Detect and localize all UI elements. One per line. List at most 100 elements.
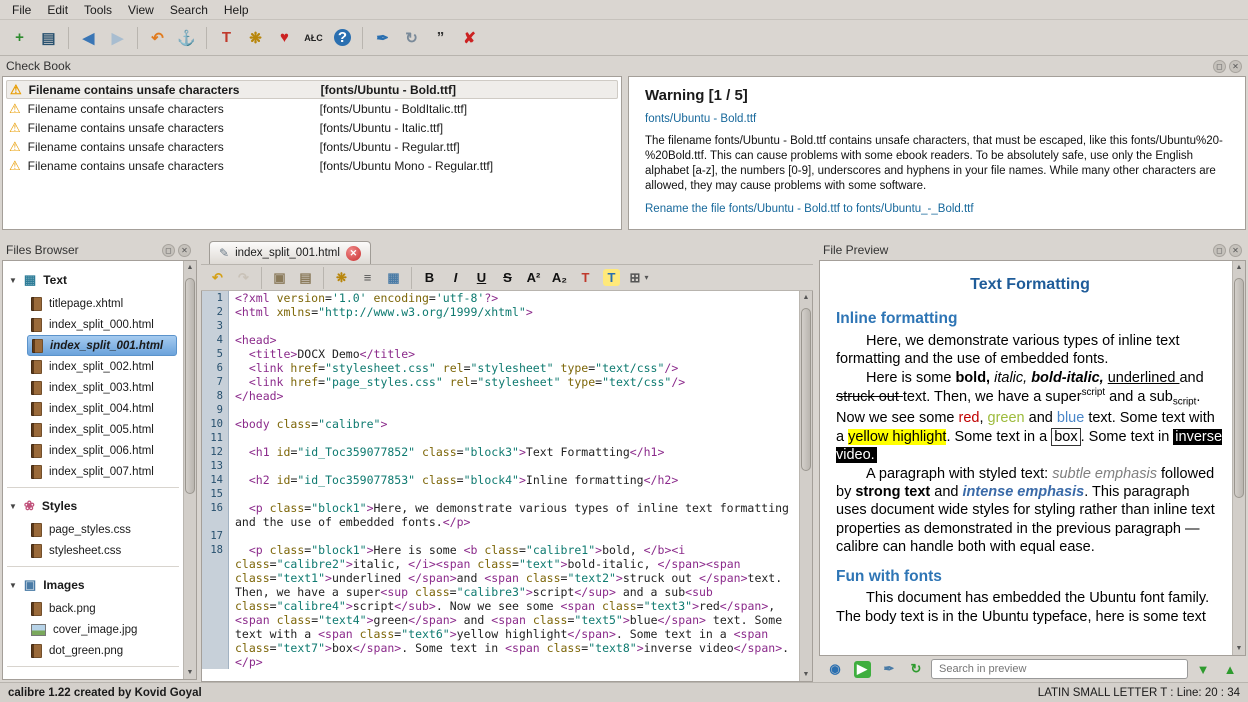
expander-icon[interactable]: ▼ [9,276,17,285]
donate-icon[interactable]: ♥ [271,24,298,51]
scroll-track[interactable] [184,274,196,666]
find-previous-icon[interactable]: ▲ [1218,658,1242,680]
code-line[interactable]: 9 [202,403,799,417]
arrange-icon[interactable]: ↻ [398,24,425,51]
file-item[interactable]: index_split_002.html [27,356,177,377]
undo-icon[interactable]: ↶ [144,24,171,51]
open-book-icon[interactable]: ▤ [35,24,62,51]
insert-table-icon[interactable]: ⊞▾ [625,266,650,289]
superscript-icon[interactable]: A² [521,266,546,289]
files-section-styles[interactable]: ▼❀Styles [3,493,183,519]
background-color-icon[interactable]: T [599,266,624,289]
code-line[interactable]: 7 <link href="page_styles.css" rel="styl… [202,375,799,389]
files-section-images[interactable]: ▼▣Images [3,572,183,598]
tab-index-split-001[interactable]: ✎ index_split_001.html ✕ [209,241,371,264]
code-line[interactable]: 14 <h2 id="id_Toc359077853" class="block… [202,473,799,487]
warning-fix-link[interactable]: Rename the file fonts/Ubuntu - Bold.ttf … [645,203,1229,215]
beautify-icon[interactable]: ✒ [877,658,901,680]
code-line[interactable]: 11 [202,431,799,445]
run-preview-icon[interactable]: ▶ [850,658,874,680]
file-item[interactable]: index_split_004.html [27,398,177,419]
paste-icon[interactable]: ▣ [267,266,292,289]
scroll-down-icon[interactable]: ▼ [1233,642,1245,655]
code-line[interactable]: 2<html xmlns="http://www.w3.org/1999/xht… [202,305,799,319]
preview-search-input[interactable] [931,659,1188,679]
copy-icon[interactable]: ▤ [293,266,318,289]
help-icon[interactable]: ? [329,24,356,51]
menu-tools[interactable]: Tools [76,1,120,19]
spellcheck-icon[interactable]: AŁC [300,24,327,51]
scroll-thumb[interactable] [1234,278,1244,499]
preview-scrollbar[interactable]: ▲ ▼ [1232,261,1245,655]
insert-list-icon[interactable]: ≡ [355,266,380,289]
expander-icon[interactable]: ▼ [9,581,17,590]
scroll-down-icon[interactable]: ▼ [800,668,812,681]
scroll-up-icon[interactable]: ▲ [800,291,812,304]
expander-icon[interactable]: ▼ [9,502,17,511]
code-line[interactable]: 18 <p class="block1">Here is some <b cla… [202,543,799,669]
file-item[interactable]: cover_image.jpg [27,619,177,640]
text-color-icon[interactable]: T [573,266,598,289]
code-line[interactable]: 5 <title>DOCX Demo</title> [202,347,799,361]
file-item[interactable]: index_split_001.html [27,335,177,356]
file-item[interactable]: stylesheet.css [27,540,177,561]
warning-file-link[interactable]: fonts/Ubuntu - Bold.ttf [645,113,1229,125]
scroll-up-icon[interactable]: ▲ [1233,261,1245,274]
code-line[interactable]: 1<?xml version='1.0' encoding='utf-8'?> [202,291,799,305]
file-item[interactable]: page_styles.css [27,519,177,540]
menu-help[interactable]: Help [216,1,257,19]
redo-icon[interactable]: ↷ [231,266,256,289]
insert-image-icon[interactable]: ▦ [381,266,406,289]
undock-icon[interactable]: ◻ [162,244,175,257]
new-file-icon[interactable]: + [6,24,33,51]
file-item[interactable]: index_split_003.html [27,377,177,398]
code-line[interactable]: 17 [202,529,799,543]
scroll-down-icon[interactable]: ▼ [184,666,196,679]
file-item[interactable]: index_split_005.html [27,419,177,440]
files-scrollbar[interactable]: ▲ ▼ [183,261,196,679]
bug-icon[interactable]: ❋ [242,24,269,51]
back-icon[interactable]: ◀ [75,24,102,51]
warning-row[interactable]: ⚠Filename contains unsafe characters[fon… [6,99,618,118]
check-book-icon[interactable]: ⚓ [173,24,200,51]
scroll-track[interactable] [800,304,812,668]
forward-icon[interactable]: ▶ [104,24,131,51]
close-icon[interactable]: ✕ [178,244,191,257]
editor-scrollbar[interactable]: ▲ ▼ [799,291,812,681]
warning-row[interactable]: ⚠Filename contains unsafe characters[fon… [6,137,618,156]
scroll-up-icon[interactable]: ▲ [184,261,196,274]
bold-icon[interactable]: B [417,266,442,289]
menu-edit[interactable]: Edit [39,1,76,19]
close-icon[interactable]: ✕ [1229,244,1242,257]
file-item[interactable]: index_split_006.html [27,440,177,461]
scroll-thumb[interactable] [185,278,195,494]
code-line[interactable]: 10<body class="calibre"> [202,417,799,431]
code-editor[interactable]: 1<?xml version='1.0' encoding='utf-8'?>2… [202,291,799,681]
scroll-thumb[interactable] [801,308,811,472]
insert-special-character-icon[interactable]: ❋ [329,266,354,289]
undo-icon[interactable]: ↶ [205,266,230,289]
undock-icon[interactable]: ◻ [1213,244,1226,257]
smarten-punctuation-icon[interactable]: ✒ [369,24,396,51]
code-line[interactable]: 16 <p class="block1">Here, we demonstrat… [202,501,799,529]
file-item[interactable]: titlepage.xhtml [27,293,177,314]
code-line[interactable]: 6 <link href="stylesheet.css" rel="style… [202,361,799,375]
fonts-icon[interactable]: T [213,24,240,51]
warning-row[interactable]: ⚠Filename contains unsafe characters[fon… [6,80,618,99]
file-item[interactable]: back.png [27,598,177,619]
scroll-track[interactable] [1233,274,1245,642]
file-item[interactable]: index_split_000.html [27,314,177,335]
detach-preview-icon[interactable]: ◉ [823,658,847,680]
remove-file-icon[interactable]: ✘ [456,24,483,51]
file-item[interactable]: index_split_007.html [27,461,177,482]
smart-quotes-icon[interactable]: ” [427,24,454,51]
code-line[interactable]: 8</head> [202,389,799,403]
files-section-text[interactable]: ▼▦Text [3,267,183,293]
subscript-icon[interactable]: A₂ [547,266,572,289]
close-icon[interactable]: ✕ [1229,60,1242,73]
undock-icon[interactable]: ◻ [1213,60,1226,73]
code-line[interactable]: 3 [202,319,799,333]
tab-close-icon[interactable]: ✕ [346,246,361,261]
strikethrough-icon[interactable]: S [495,266,520,289]
menu-view[interactable]: View [120,1,162,19]
